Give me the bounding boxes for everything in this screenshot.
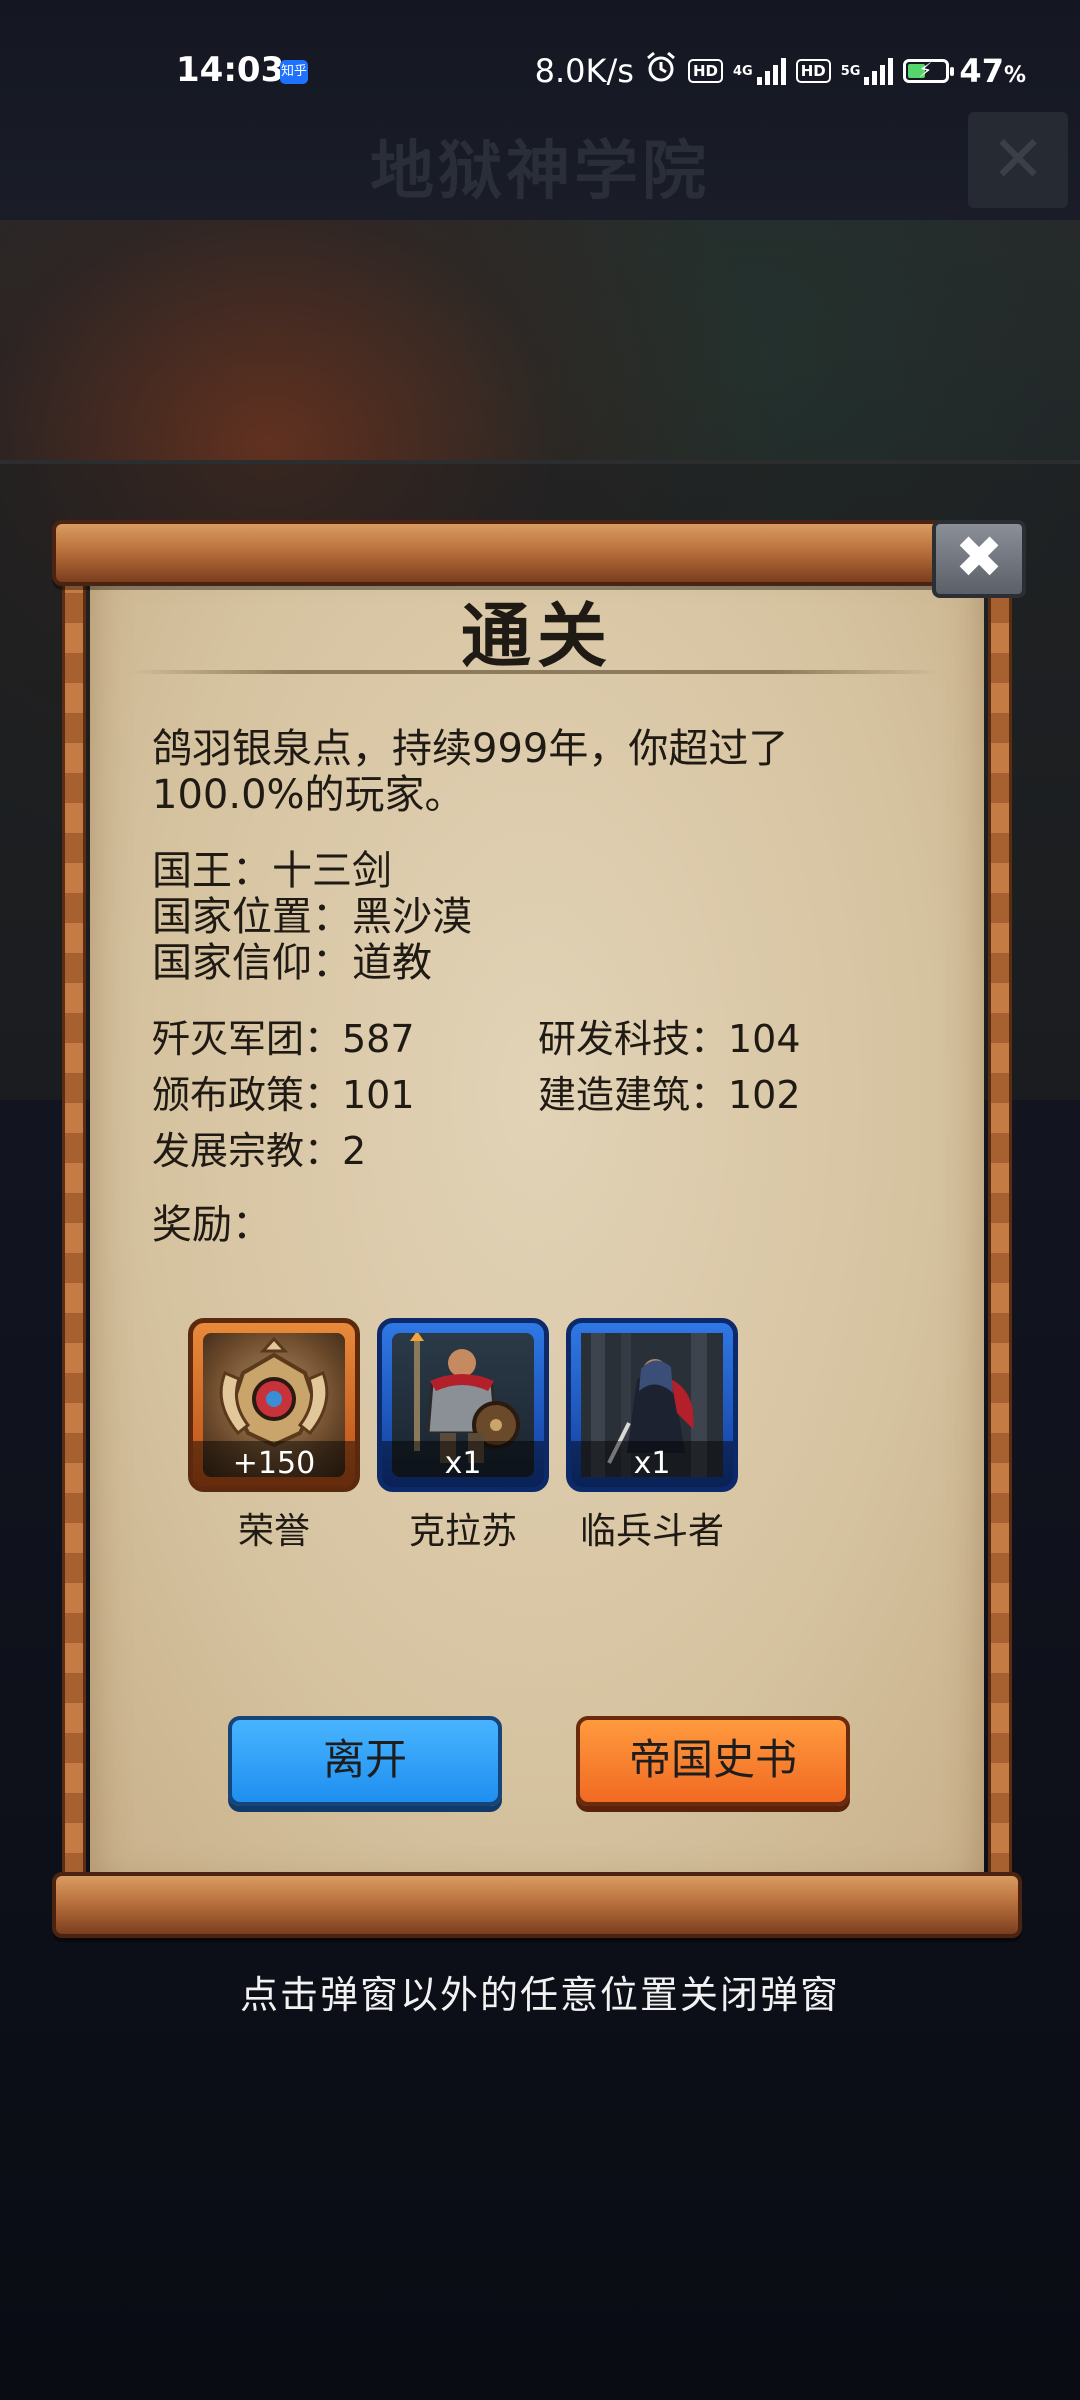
stat-legions-destroyed: 歼灭军团：587 (152, 1017, 415, 1061)
stat-tech-researched: 研发科技：104 (538, 1017, 801, 1061)
net-speed: 8.0K/s (534, 52, 634, 90)
alarm-clock-icon (644, 50, 678, 92)
network-type-5g: 5G (840, 63, 861, 79)
scroll-edge-left (62, 560, 86, 1880)
hd-badge-1: HD (687, 59, 723, 83)
dialog-title: 通关 (461, 595, 613, 677)
rewards-label: 奖励： (152, 1202, 272, 1248)
location-info: 国家位置：黑沙漠 (152, 894, 472, 940)
stat-buildings-built: 建造建筑：102 (538, 1073, 801, 1117)
religion-info: 国家信仰：道教 (152, 940, 432, 986)
title-divider (130, 670, 940, 674)
zhihu-app-icon: 知乎 (280, 60, 308, 84)
battery-percent: 47% (959, 52, 1026, 90)
battery-charging-icon: ⚡ (903, 58, 955, 83)
reward-qty: +150 (193, 1441, 355, 1487)
status-bar: 14:03 知乎 8.0K/s HD 4G HD 5G ⚡ 47% (0, 0, 1080, 150)
reward-name: 临兵斗者 (579, 1511, 724, 1552)
reward-name: 荣誉 (237, 1511, 310, 1552)
network-type-4g: 4G (732, 63, 753, 79)
reward-item-crassus[interactable]: x1 克拉苏 (377, 1318, 549, 1554)
king-info: 国王：十三剑 (152, 848, 392, 894)
stat-religions-developed: 发展宗教：2 (152, 1129, 367, 1173)
signal-bars-icon (756, 57, 786, 85)
status-time: 14:03 (176, 50, 285, 90)
hd-badge-2: HD (795, 59, 831, 83)
reward-item-honor[interactable]: +150 荣誉 (188, 1318, 360, 1554)
reward-name: 克拉苏 (408, 1511, 517, 1552)
dismiss-hint: 点击弹窗以外的任意位置关闭弹窗 (239, 1973, 840, 2017)
reward-item-swordsman[interactable]: x1 临兵斗者 (566, 1318, 738, 1554)
reward-card: x1 (566, 1318, 738, 1492)
scroll-rod-top (52, 520, 1022, 586)
reward-qty: x1 (571, 1441, 733, 1487)
status-indicators: 8.0K/s HD 4G HD 5G ⚡ 47% (535, 50, 1026, 92)
signal-bars-icon (864, 57, 894, 85)
reward-card: x1 (377, 1318, 549, 1492)
empire-history-button[interactable]: 帝国史书 (576, 1716, 850, 1806)
leave-button[interactable]: 离开 (228, 1716, 502, 1806)
reward-qty: x1 (382, 1441, 544, 1487)
scroll-rod-bottom (52, 1872, 1022, 1938)
reward-card: +150 (188, 1318, 360, 1492)
scroll-edge-right (988, 560, 1012, 1880)
stat-policies-enacted: 颁布政策：101 (152, 1073, 415, 1117)
summary-text: 鸽羽银泉点，持续999年，你超过了100.0%的玩家。 (152, 726, 789, 818)
